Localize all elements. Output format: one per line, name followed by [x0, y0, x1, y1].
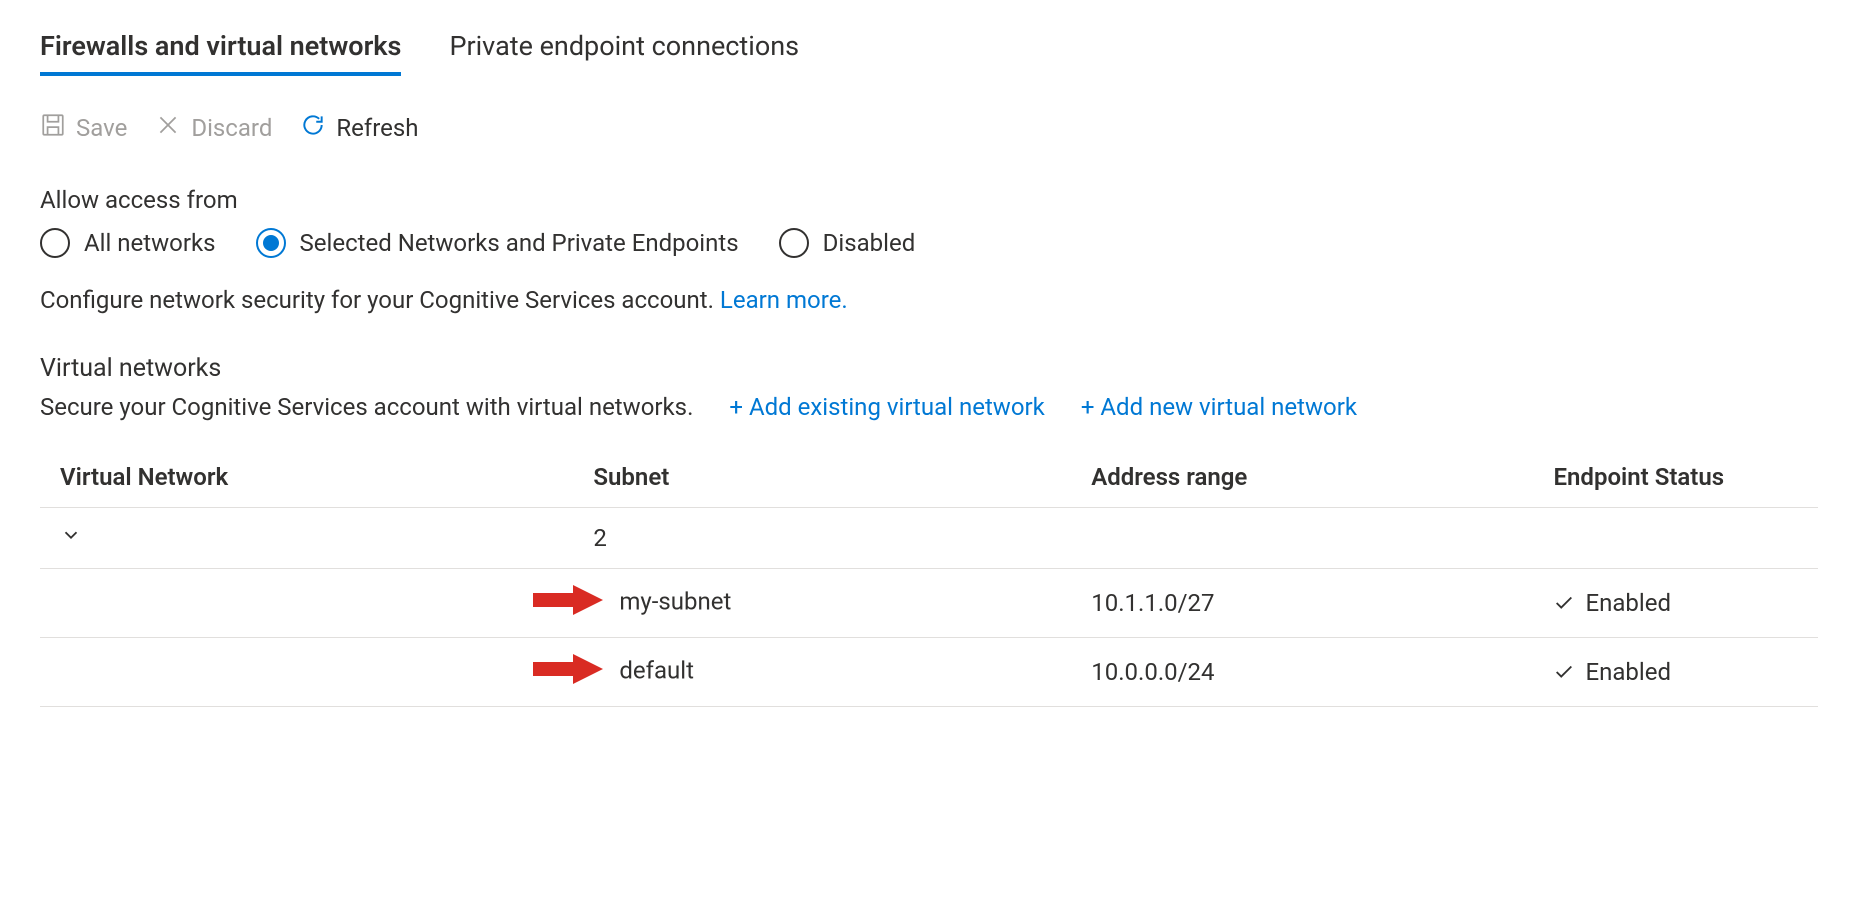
radio-all-networks[interactable]: All networks — [40, 228, 216, 258]
radio-disabled-label: Disabled — [823, 229, 916, 257]
status-label: Enabled — [1585, 589, 1671, 617]
refresh-button[interactable]: Refresh — [300, 112, 418, 144]
address-range: 10.0.0.0/24 — [1071, 638, 1533, 707]
save-icon — [40, 112, 66, 144]
radio-all-networks-label: All networks — [84, 229, 216, 257]
radio-selected-networks-label: Selected Networks and Private Endpoints — [300, 229, 739, 257]
radio-selected-networks[interactable]: Selected Networks and Private Endpoints — [256, 228, 739, 258]
vnet-subrow: Secure your Cognitive Services account w… — [40, 393, 1818, 421]
tab-firewalls[interactable]: Firewalls and virtual networks — [40, 30, 401, 76]
col-endpoint-status: Endpoint Status — [1533, 447, 1818, 508]
access-label: Allow access from — [40, 186, 1818, 214]
col-virtual-network: Virtual Network — [40, 447, 573, 508]
radio-icon — [40, 228, 70, 258]
access-radio-group: All networks Selected Networks and Priva… — [40, 228, 1818, 258]
table-row: my-subnet 10.1.1.0/27 Enabled — [40, 569, 1818, 638]
endpoint-status: Enabled — [1553, 658, 1798, 686]
toolbar: Save Discard Refresh — [40, 112, 1818, 144]
table-header-row: Virtual Network Subnet Address range End… — [40, 447, 1818, 508]
subnet-name: my-subnet — [619, 587, 731, 615]
save-button[interactable]: Save — [40, 112, 127, 144]
add-existing-vnet-link[interactable]: + Add existing virtual network — [729, 393, 1044, 421]
vnet-subtext: Secure your Cognitive Services account w… — [40, 393, 693, 421]
arrow-annotation-icon — [533, 654, 603, 690]
table-row: default 10.0.0.0/24 Enabled — [40, 638, 1818, 707]
radio-icon — [779, 228, 809, 258]
col-subnet: Subnet — [573, 447, 1071, 508]
add-new-vnet-link[interactable]: + Add new virtual network — [1081, 393, 1357, 421]
vnet-table: Virtual Network Subnet Address range End… — [40, 447, 1818, 707]
col-address-range: Address range — [1071, 447, 1533, 508]
table-summary-row: 2 — [40, 508, 1818, 569]
learn-more-link[interactable]: Learn more. — [720, 286, 848, 314]
address-range: 10.1.1.0/27 — [1071, 569, 1533, 638]
refresh-label: Refresh — [336, 114, 418, 142]
help-text: Configure network security for your Cogn… — [40, 286, 1818, 314]
vnet-heading: Virtual networks — [40, 354, 1818, 383]
check-icon — [1553, 592, 1575, 614]
arrow-annotation-icon — [533, 585, 603, 621]
status-label: Enabled — [1585, 658, 1671, 686]
summary-subnet-count: 2 — [573, 508, 1071, 569]
radio-disabled[interactable]: Disabled — [779, 228, 916, 258]
check-icon — [1553, 661, 1575, 683]
discard-label: Discard — [191, 114, 272, 142]
help-text-static: Configure network security for your Cogn… — [40, 286, 720, 314]
tabs-bar: Firewalls and virtual networks Private e… — [40, 30, 1818, 76]
expand-cell[interactable] — [40, 508, 573, 569]
refresh-icon — [300, 112, 326, 144]
chevron-down-icon — [60, 524, 82, 552]
save-label: Save — [76, 114, 127, 142]
endpoint-status: Enabled — [1553, 589, 1798, 617]
subnet-name: default — [619, 656, 694, 684]
discard-button[interactable]: Discard — [155, 112, 272, 144]
close-icon — [155, 112, 181, 144]
radio-icon — [256, 228, 286, 258]
tab-private-endpoints[interactable]: Private endpoint connections — [449, 30, 799, 76]
